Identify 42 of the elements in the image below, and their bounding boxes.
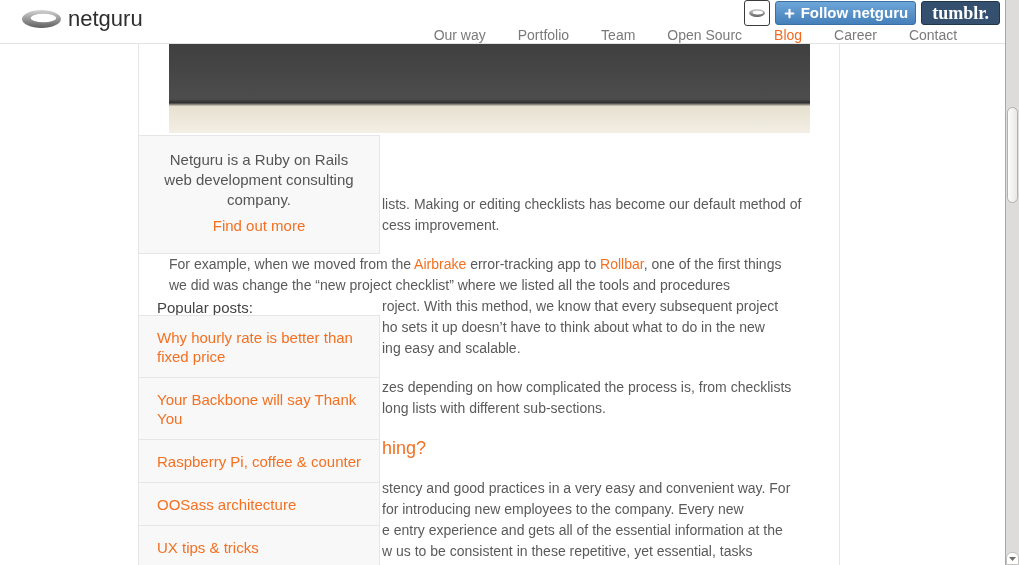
scrollbar-thumb[interactable] [1007, 107, 1018, 203]
nav-link[interactable]: Open Sourc [667, 27, 743, 43]
about-text: Netguru is a Ruby on Rails web development consulting company. [163, 150, 355, 210]
scrollbar[interactable] [1005, 0, 1019, 565]
popular-post-link[interactable]: Your Backbone will say Thank You [138, 377, 380, 439]
paragraph-line: roject. With this method, we know that every subsequent project [382, 297, 779, 316]
popular-post-link[interactable]: Raspberry Pi, coffee & counter [138, 439, 380, 482]
ring-logo-icon [22, 10, 61, 28]
follow-button[interactable]: Follow netguru [774, 1, 917, 25]
paragraph-line: for introducing new employees to the company. Every new [382, 500, 744, 519]
paragraph-line: stency and good practices in a very easy and convenient way. For [382, 479, 791, 498]
popular-post-link[interactable]: OOSass architecture [138, 482, 380, 525]
paragraph-line: ing easy and scalable. [382, 339, 521, 358]
paragraph-line: lists. Making or editing checklists has become our default method of [382, 195, 802, 214]
blog-avatar-button[interactable] [743, 0, 770, 26]
paragraph-line: e entry experience and gets all of the essential information at the [382, 521, 783, 540]
inline-link[interactable]: Airbrake [414, 256, 467, 272]
plus-icon [782, 6, 796, 20]
nav-link[interactable]: Blog [774, 27, 803, 43]
popular-post-link[interactable]: Why hourly rate is better than fixed price [138, 315, 380, 377]
nav-link[interactable]: Team [601, 27, 636, 43]
paragraph-line: cess improvement. [382, 216, 500, 235]
paragraph-line: long lists with different sub-sections. [382, 399, 606, 418]
tumblr-button[interactable]: tumblr. [921, 1, 1000, 25]
find-out-more-link[interactable]: Find out more [212, 216, 306, 236]
paragraph-line: w us to be consistent in these repetitive, yet essential, tasks [382, 542, 753, 561]
paragraph-line: we did was change the “new project checklist” where we listed all the tools and procedures [169, 276, 731, 295]
nav-link[interactable]: Our way [433, 27, 486, 43]
caret-down-icon [1009, 556, 1016, 561]
scroll-down-button[interactable] [1006, 552, 1019, 565]
popular-posts-title: Popular posts: [157, 299, 253, 317]
paragraph-line: ho sets it up doesn’t have to think about what to do in the new [382, 318, 765, 337]
small-ring-logo-icon [748, 9, 765, 17]
section-heading: hing? [382, 437, 427, 459]
popular-post-link[interactable]: UX tips & tricks [138, 525, 380, 565]
inline-link[interactable]: Rollbar [600, 256, 644, 272]
logo-text[interactable]: netguru [68, 6, 143, 32]
nav-link[interactable]: Portfolio [517, 27, 570, 43]
paragraph-line: For example, when we moved from the Airbrake error-tracking app to Rollbar, one of the first things [169, 255, 782, 274]
paragraph-line: zes depending on how complicated the process is, from checklists [382, 378, 792, 397]
nav-link[interactable]: Contact [908, 27, 958, 43]
nav-link[interactable]: Career [834, 27, 877, 43]
